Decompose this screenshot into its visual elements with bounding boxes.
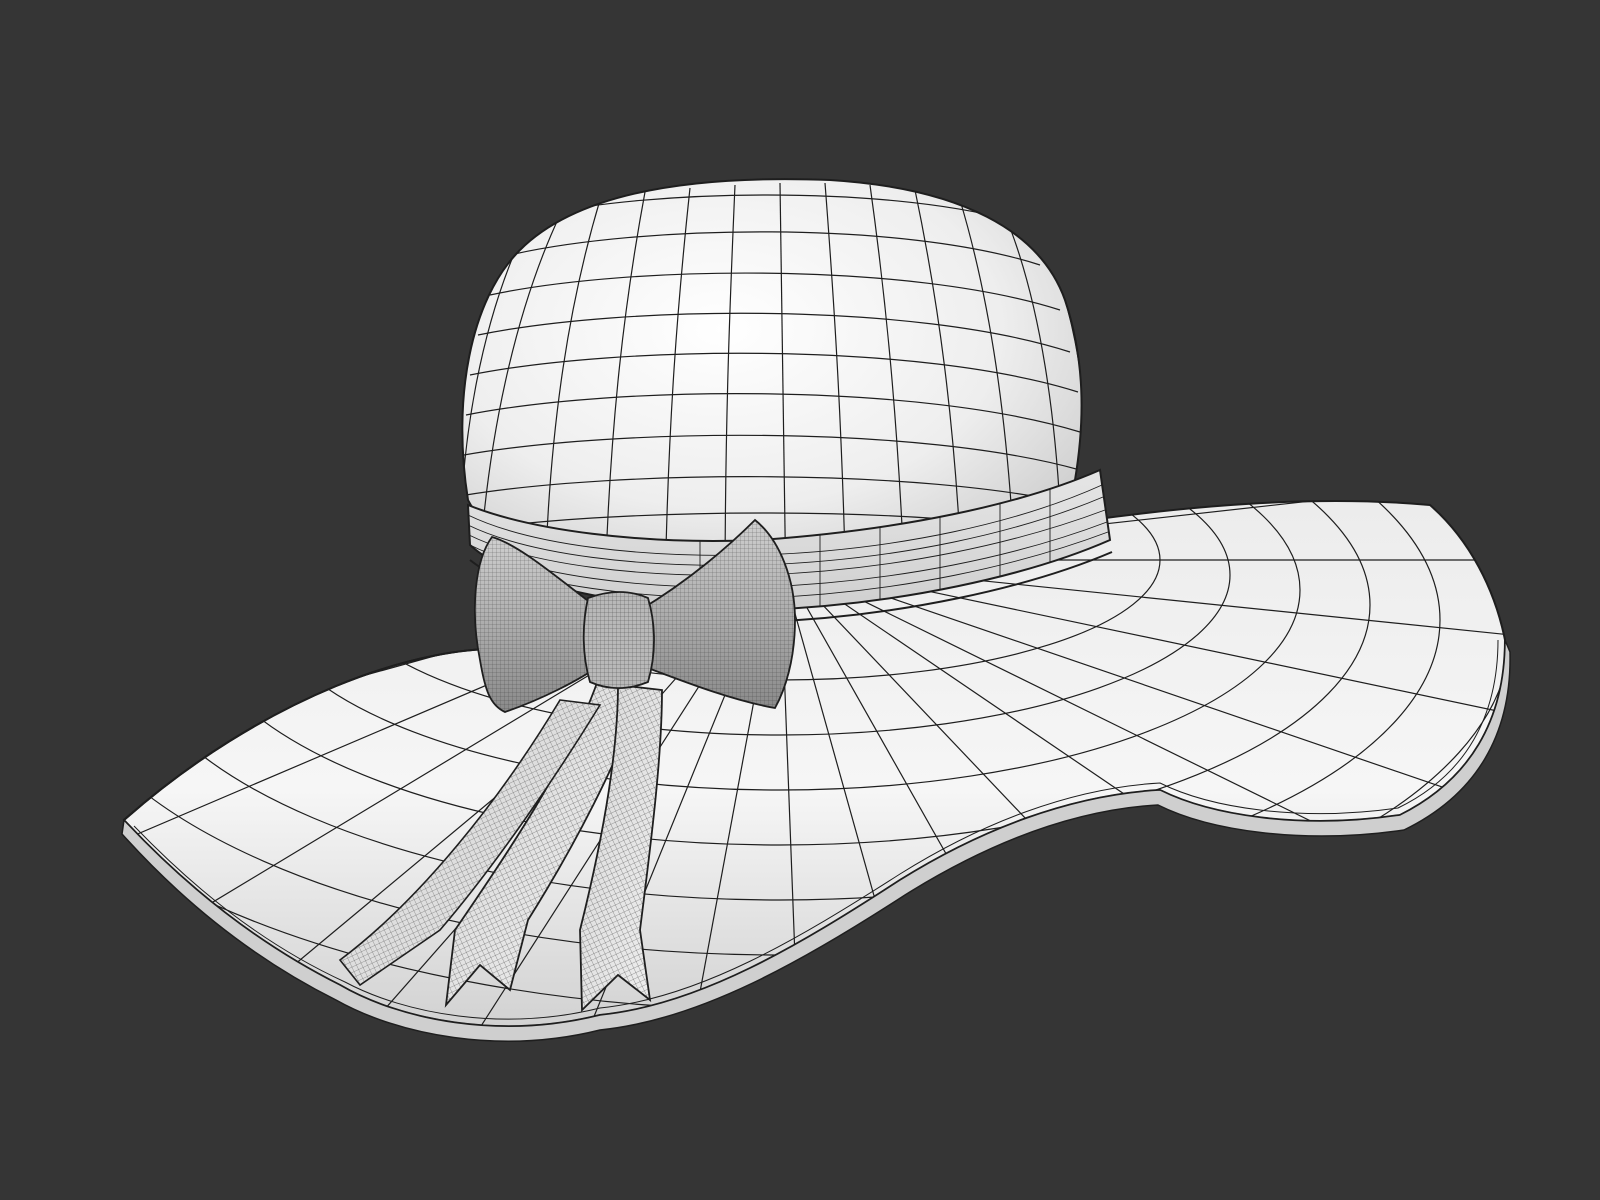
render-viewport <box>0 0 1600 1200</box>
hat-render <box>121 178 1511 1042</box>
